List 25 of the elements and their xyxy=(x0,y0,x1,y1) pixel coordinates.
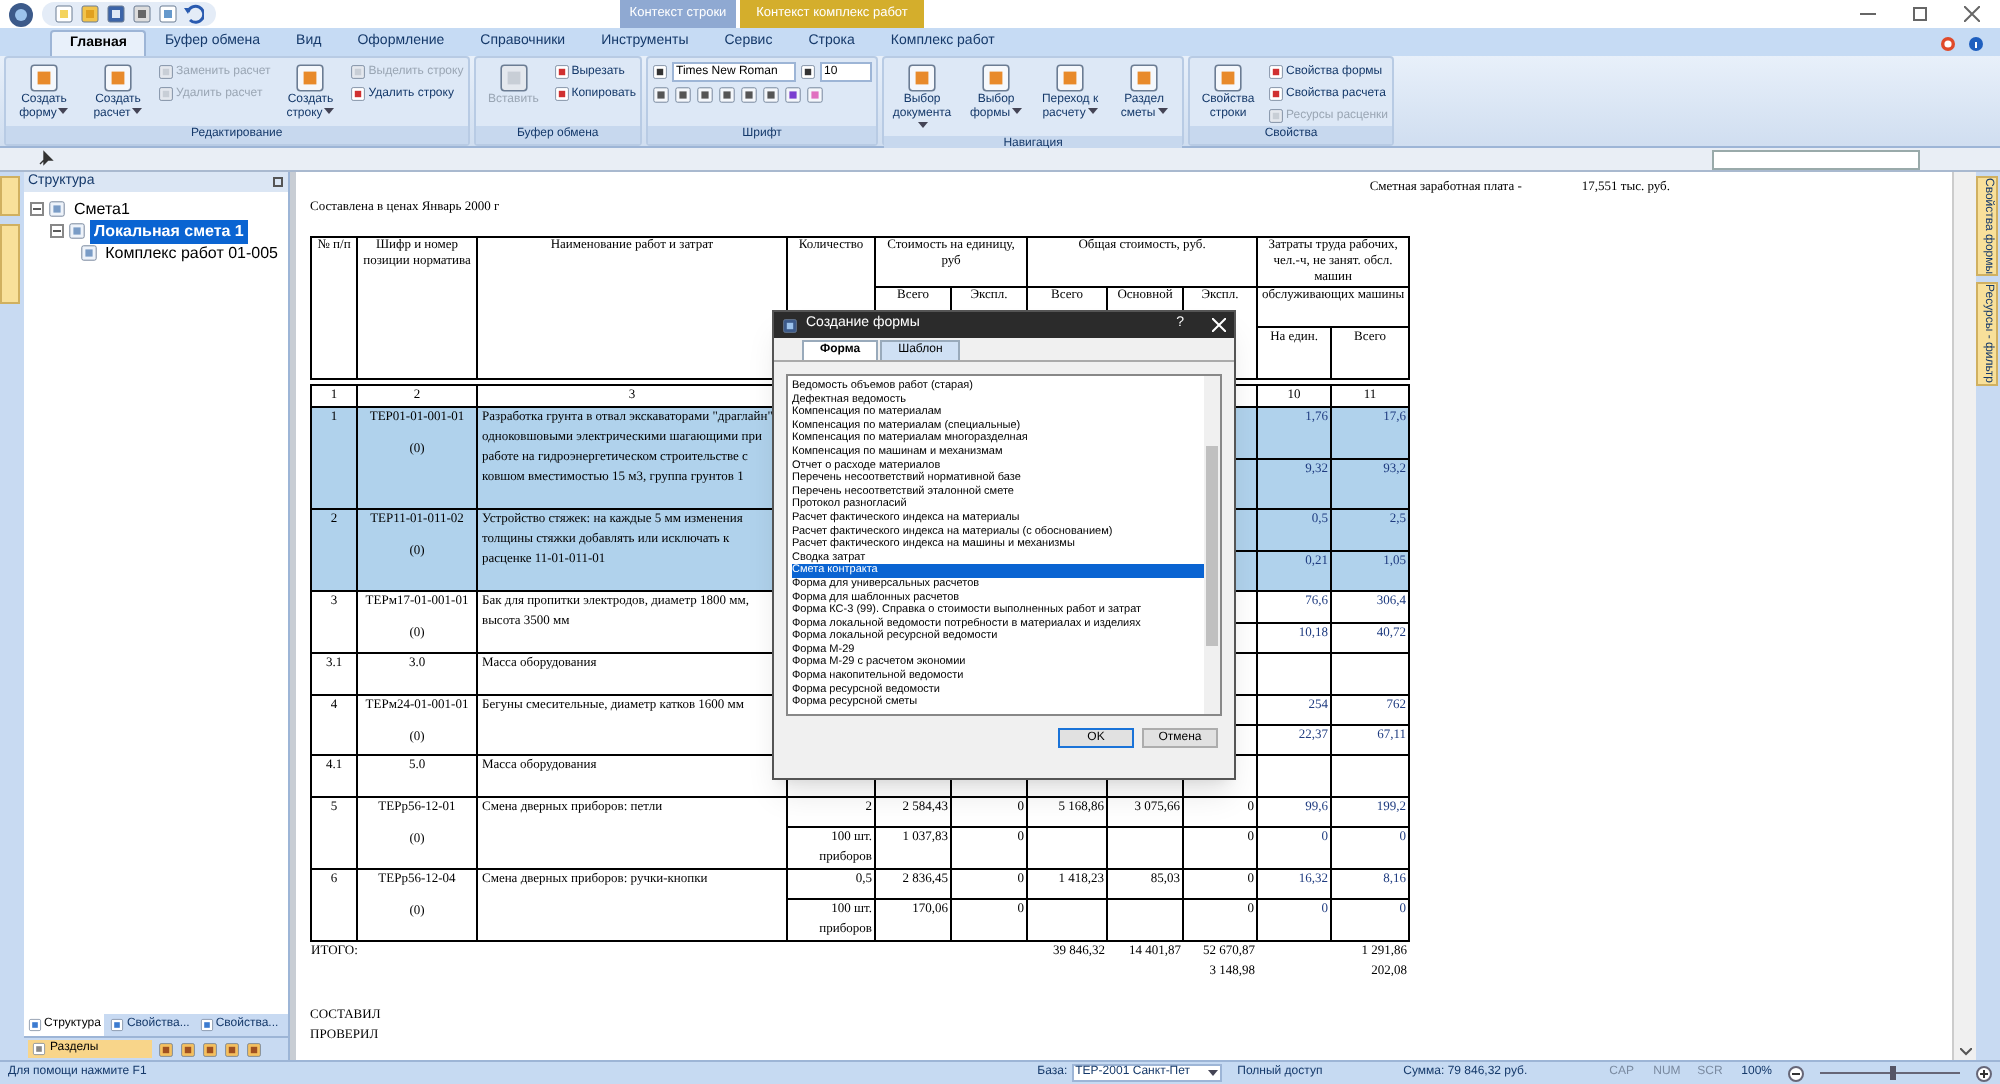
zoom-in-icon[interactable] xyxy=(1976,1065,1992,1081)
expander-icon[interactable] xyxy=(50,224,64,238)
zoom-out-icon[interactable] xyxy=(1788,1065,1804,1081)
tree-item[interactable]: Комплекс работ 01-005 xyxy=(101,241,282,265)
caret-icon xyxy=(1012,108,1023,117)
app-logo-icon[interactable] xyxy=(7,1,33,27)
info-icon[interactable] xyxy=(1968,35,1984,51)
tree-item[interactable]: Смета1 xyxy=(70,197,134,221)
caret-icon xyxy=(58,108,69,117)
zoom-thumb[interactable] xyxy=(1890,1066,1896,1080)
caret-icon xyxy=(1157,108,1168,117)
scroll-down-icon[interactable] xyxy=(1959,1048,1971,1056)
caret-icon xyxy=(918,122,929,131)
caret-icon xyxy=(1207,1069,1218,1077)
expander-icon[interactable] xyxy=(30,202,44,216)
help-icon[interactable] xyxy=(1940,35,1956,51)
caret-icon xyxy=(1087,108,1098,117)
caret-icon xyxy=(132,108,143,117)
maximize-icon[interactable] xyxy=(1912,6,1928,22)
scrollbar[interactable] xyxy=(1952,172,1976,1060)
undo-icon[interactable] xyxy=(184,4,204,24)
search-field[interactable] xyxy=(1712,149,1920,169)
scrollbar[interactable] xyxy=(1204,376,1220,714)
caret-icon xyxy=(324,108,335,117)
tree-item[interactable]: Локальная смета 1 xyxy=(90,219,248,243)
